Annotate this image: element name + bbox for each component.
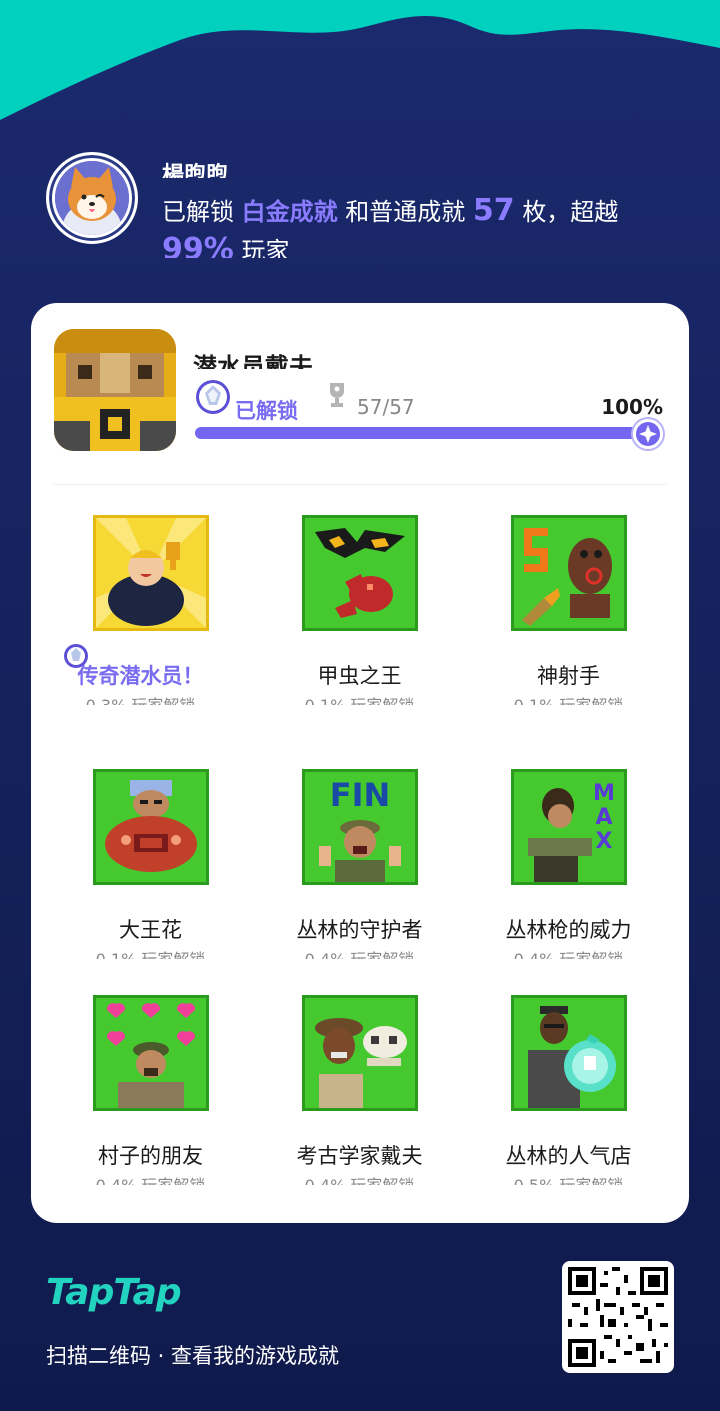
- teal-wave-decoration: [0, 0, 720, 120]
- summary-prefix: 已解锁: [162, 198, 234, 226]
- progress-fill: [195, 427, 659, 439]
- achievement-rate: 0.4% 玩家解锁: [41, 1172, 260, 1185]
- achievement-rate: 0.4% 玩家解锁: [250, 946, 469, 959]
- achievement-name: 神射手: [537, 664, 600, 688]
- qr-code-icon: [568, 1267, 668, 1367]
- progress-count: 57/57: [357, 395, 415, 419]
- svg-text:X: X: [596, 829, 613, 854]
- popular-shop-icon: [511, 995, 627, 1111]
- beetle-icon: [302, 515, 418, 631]
- platinum-badge-icon: [196, 380, 230, 414]
- achievement-rate: 0.3% 玩家解锁: [31, 692, 250, 705]
- shiba-avatar-icon: [55, 161, 129, 235]
- achievement-item[interactable]: 大王花 0.1% 玩家解锁: [41, 769, 260, 999]
- profile-header: 楊煦煦 已解锁 白金成就 和普通成就 57 枚，超越 99% 玩家: [46, 152, 686, 264]
- taptap-logo: TapTap: [46, 1272, 182, 1313]
- game-title: 潜水员戴夫: [193, 353, 313, 369]
- jungle-gun-icon: M A X: [511, 769, 627, 885]
- achievement-name: 丛林枪的威力: [505, 918, 632, 942]
- rafflesia-icon: [93, 769, 209, 885]
- summary-count: 57: [472, 193, 515, 228]
- achievement-item[interactable]: FIN 丛林的守护者 0.4% 玩家解锁: [250, 769, 469, 999]
- achievement-item[interactable]: M A X 丛林枪的威力 0.4% 玩家解锁: [459, 769, 678, 999]
- achievement-name: 丛林的守护者: [296, 918, 423, 942]
- achievement-rate: 0.4% 玩家解锁: [459, 946, 678, 959]
- achievement-grid: 传奇潜水员！ 0.3% 玩家解锁 甲虫之王 0.1% 玩家解锁: [31, 515, 689, 1205]
- achievement-name: 村子的朋友: [98, 1144, 203, 1168]
- summary-percent: 99%: [162, 232, 234, 258]
- village-friend-icon: [93, 995, 209, 1111]
- svg-text:M: M: [593, 781, 615, 806]
- achievement-item[interactable]: 传奇潜水员！ 0.3% 玩家解锁: [41, 515, 260, 745]
- achievement-rate: 0.4% 玩家解锁: [250, 1172, 469, 1185]
- achievement-rate: 0.1% 玩家解锁: [250, 692, 469, 705]
- username: 楊煦煦: [162, 163, 229, 178]
- achievement-name: 丛林的人气店: [505, 1144, 632, 1168]
- progress-percent: 100%: [601, 395, 663, 419]
- unlocked-label: 已解锁: [235, 399, 298, 423]
- progress-star-icon: [633, 419, 663, 449]
- jungle-guardian-icon: FIN: [302, 769, 418, 885]
- achievement-name: 传奇潜水员！: [77, 664, 204, 688]
- summary-end: 玩家: [241, 237, 290, 258]
- achievement-name: 大王花: [119, 918, 182, 942]
- svg-text:A: A: [595, 805, 612, 830]
- achievement-item[interactable]: 村子的朋友 0.4% 玩家解锁: [41, 995, 260, 1225]
- achievement-rate: 0.5% 玩家解锁: [459, 1172, 678, 1185]
- summary-middle: 和普通成就: [345, 198, 466, 226]
- achievement-item[interactable]: 甲虫之王 0.1% 玩家解锁: [250, 515, 469, 745]
- divider: [53, 484, 667, 485]
- archaeologist-icon: [302, 995, 418, 1111]
- achievement-item[interactable]: 丛林的人气店 0.5% 玩家解锁: [459, 995, 678, 1225]
- progress-bar: [195, 427, 659, 439]
- achievement-rate: 0.1% 玩家解锁: [459, 692, 678, 705]
- achievement-summary: 已解锁 白金成就 和普通成就 57 枚，超越 99% 玩家: [162, 192, 682, 258]
- avatar[interactable]: [46, 152, 138, 244]
- achievement-item[interactable]: 考古学家戴夫 0.4% 玩家解锁: [250, 995, 469, 1225]
- achievement-item[interactable]: 神射手 0.1% 玩家解锁: [459, 515, 678, 745]
- svg-text:FIN: FIN: [330, 776, 391, 814]
- sniper-icon: [511, 515, 627, 631]
- achievement-name: 甲虫之王: [317, 664, 402, 688]
- achievement-card: 潜水员戴夫 已解锁 57/57 100% 传奇潜水员！ 甲虫之王 神射手 大王花…: [31, 303, 689, 1223]
- summary-platinum: 白金成就: [241, 198, 338, 226]
- trophy-icon: [330, 383, 344, 407]
- achievement-name: 考古学家戴夫: [296, 1144, 423, 1168]
- summary-suffix: 枚，超越: [522, 198, 619, 226]
- achievement-rate: 0.1% 玩家解锁: [41, 946, 260, 959]
- diver-dave-trophy-icon: [93, 515, 209, 631]
- footer-caption: 扫描二维码 · 查看我的游戏成就: [46, 1344, 340, 1368]
- qr-code[interactable]: [562, 1261, 674, 1373]
- diver-dave-game-icon[interactable]: [54, 329, 176, 451]
